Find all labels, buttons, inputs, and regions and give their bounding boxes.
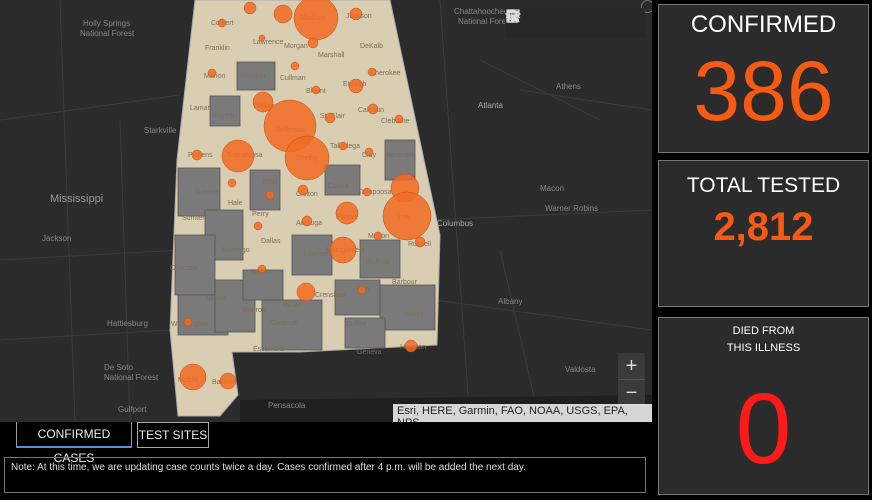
svg-text:Gulfport: Gulfport [118,405,147,414]
svg-text:Greene: Greene [195,189,218,196]
svg-text:Athens: Athens [556,82,581,91]
tab-confirmed-cases[interactable]: CONFIRMED CASES [16,422,132,465]
svg-text:Randolph: Randolph [384,152,414,159]
svg-text:Columbus: Columbus [437,219,473,228]
qr-icon[interactable] [506,9,642,34]
svg-text:Monroe: Monroe [242,307,266,314]
svg-text:Hale: Hale [228,200,243,207]
map-view[interactable]: Holly Springs National Forest Chattahooch… [0,0,652,422]
svg-text:Bullock: Bullock [367,259,390,266]
svg-text:DeKalb: DeKalb [360,43,383,50]
svg-text:Jackson: Jackson [42,234,71,243]
svg-text:Morgan: Morgan [284,43,308,50]
tested-label: TOTAL TESTED [686,174,841,197]
zoom-out-button[interactable]: − [618,379,645,406]
svg-text:Escambia: Escambia [253,346,284,353]
svg-text:National Forest: National Forest [80,29,135,38]
svg-text:Conecuh: Conecuh [270,320,298,327]
confirmed-value: 386 [693,44,834,138]
svg-text:Marshall: Marshall [318,52,345,59]
tested-value: 2,812 [713,205,814,249]
svg-text:De Soto: De Soto [104,363,133,372]
svg-text:Choctaw: Choctaw [170,265,198,272]
zoom-in-button[interactable]: + [618,353,645,379]
svg-text:Lawrence: Lawrence [253,39,283,46]
svg-text:Cullman: Cullman [280,75,306,82]
svg-text:Sumter: Sumter [182,215,205,222]
died-panel: DIED FROM THIS ILLNESS 0 [658,317,869,495]
svg-text:National Forest: National Forest [104,373,159,382]
svg-text:Atlanta: Atlanta [478,101,503,110]
svg-text:Albany: Albany [498,297,522,306]
died-label-line1: DIED FROM [732,325,795,337]
tested-panel: TOTAL TESTED 2,812 [658,160,869,307]
svg-text:Perry: Perry [252,211,269,218]
list-icon[interactable] [507,11,586,34]
svg-text:Warner Robins: Warner Robins [545,204,598,213]
svg-text:Lamar: Lamar [190,105,211,112]
svg-text:Chattahoochee: Chattahoochee [454,7,509,16]
confirmed-panel: CONFIRMED 386 [658,4,869,153]
tab-bar: CONFIRMED CASES TEST SITES [0,422,652,465]
svg-text:Geneva: Geneva [357,349,382,356]
tab-test-sites[interactable]: TEST SITES [137,422,209,448]
svg-text:Starkville: Starkville [144,126,177,135]
died-value: 0 [735,373,792,485]
svg-text:Hattiesburg: Hattiesburg [107,319,148,328]
svg-text:Franklin: Franklin [205,45,230,52]
note-text: Note: At this time, we are updating case… [4,457,646,493]
svg-text:Coffee: Coffee [346,321,367,328]
svg-text:Butler: Butler [283,302,302,309]
home-icon[interactable] [506,9,558,34]
svg-text:Barbour: Barbour [392,279,418,286]
svg-text:Holly Springs: Holly Springs [83,19,130,28]
svg-text:Valdosta: Valdosta [565,365,596,374]
svg-text:Clarke: Clarke [207,295,227,302]
layers-icon[interactable] [505,9,614,34]
svg-text:Pensacola: Pensacola [268,401,306,410]
basemap: Holly SpringsNational Forest Chattahooch… [0,0,652,422]
map-attribution: Esri, HERE, Garmin, FAO, NOAA, USGS, EPA… [393,404,652,422]
svg-text:Bibb: Bibb [263,179,277,186]
svg-text:Crenshaw: Crenshaw [315,292,347,299]
svg-text:Fayette: Fayette [213,113,236,120]
zoom-control: + − [618,353,645,406]
svg-text:Dallas: Dallas [261,238,281,245]
svg-text:Mississippi: Mississippi [50,193,103,205]
map-toolbar [505,8,645,38]
svg-text:Henry: Henry [405,311,424,318]
svg-text:Macon: Macon [540,184,564,193]
died-label-line2: THIS ILLNESS [726,342,801,354]
svg-text:Winston: Winston [240,73,265,80]
svg-text:Coosa: Coosa [328,183,348,190]
confirmed-label: CONFIRMED [690,11,837,38]
svg-text:Marengo: Marengo [222,247,250,254]
